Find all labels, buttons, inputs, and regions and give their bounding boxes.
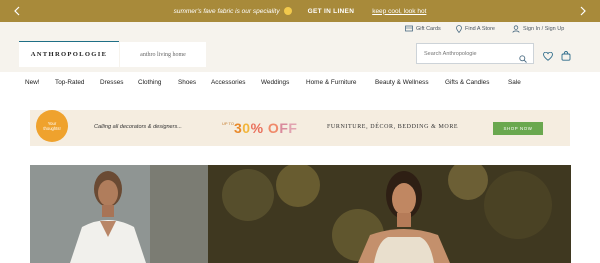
find-store-link[interactable]: Find A Store bbox=[456, 25, 495, 33]
nav-item-weddings[interactable]: Weddings bbox=[261, 79, 289, 86]
smile-emoji-icon bbox=[283, 7, 292, 15]
nav-item-top-rated[interactable]: Top-Rated bbox=[55, 79, 84, 86]
user-icon bbox=[512, 25, 520, 33]
nav-item-sale[interactable]: Sale bbox=[508, 79, 521, 86]
nav-item-gifts-candles[interactable]: Gifts & Candles bbox=[445, 79, 489, 86]
gift-cards-link[interactable]: Gift Cards bbox=[405, 25, 441, 32]
gift-cards-label: Gift Cards bbox=[416, 25, 441, 32]
wishlist-heart-icon[interactable] bbox=[543, 48, 553, 66]
hero-image-left[interactable] bbox=[30, 165, 208, 263]
gift-card-icon bbox=[405, 25, 413, 32]
location-pin-icon bbox=[456, 25, 462, 33]
promo-banner[interactable]: Your thoughts! Calling all decorators & … bbox=[30, 110, 570, 146]
nav-item-beauty-wellness[interactable]: Beauty & Wellness bbox=[375, 79, 429, 86]
sign-in-link[interactable]: Sign In / Sign Up bbox=[512, 25, 564, 33]
anthropologie-logo[interactable]: ANTHROPOLOGIE bbox=[19, 41, 119, 67]
promo-cta-link[interactable]: GET IN LINEN bbox=[308, 8, 355, 15]
hero-section[interactable] bbox=[30, 165, 571, 263]
search-box bbox=[416, 43, 534, 64]
banner-discount: 30% OFF bbox=[234, 120, 298, 136]
utility-bar: Gift Cards Find A Store Sign In / Sign U… bbox=[0, 22, 600, 38]
nav-item-home-furniture[interactable]: Home & Furniture bbox=[306, 79, 356, 86]
banner-upto: UP TO bbox=[222, 121, 235, 126]
shop-now-button[interactable]: SHOP NOW bbox=[493, 122, 543, 135]
anthro-living-home-logo[interactable]: anthro living home bbox=[120, 42, 206, 67]
promo-bar: summer's fave fabric is our speciality G… bbox=[0, 0, 600, 22]
search-input[interactable] bbox=[424, 50, 514, 57]
logo-text: ANTHROPOLOGIE bbox=[30, 51, 108, 58]
nav-item-clothing[interactable]: Clothing bbox=[138, 79, 161, 86]
search-icon[interactable] bbox=[519, 50, 527, 68]
home-logo-text: anthro living home bbox=[140, 51, 186, 58]
promo-next-arrow-icon[interactable] bbox=[578, 4, 588, 18]
shopping-bag-icon[interactable] bbox=[561, 48, 571, 66]
promo-message: summer's fave fabric is our speciality bbox=[173, 7, 280, 15]
banner-categories: FURNITURE, DÉCOR, BEDDING & MORE bbox=[327, 124, 459, 130]
nav-item-accessories[interactable]: Accessories bbox=[211, 79, 245, 86]
find-store-label: Find A Store bbox=[465, 26, 495, 32]
site-header: ANTHROPOLOGIE anthro living home bbox=[0, 38, 600, 72]
promo-link[interactable]: keep cool, look hot bbox=[372, 8, 426, 15]
promo-prev-arrow-icon[interactable] bbox=[12, 4, 22, 18]
main-nav: New! Top-Rated Dresses Clothing Shoes Ac… bbox=[0, 72, 600, 94]
nav-item-shoes[interactable]: Shoes bbox=[178, 79, 196, 86]
hero-image-right[interactable] bbox=[208, 165, 571, 263]
nav-item-dresses[interactable]: Dresses bbox=[100, 79, 123, 86]
nav-item-new[interactable]: New! bbox=[25, 79, 40, 86]
feedback-badge[interactable]: Your thoughts! bbox=[36, 110, 68, 142]
banner-tagline: Calling all decorators & designers... bbox=[94, 124, 182, 130]
sign-in-label: Sign In / Sign Up bbox=[523, 26, 565, 32]
